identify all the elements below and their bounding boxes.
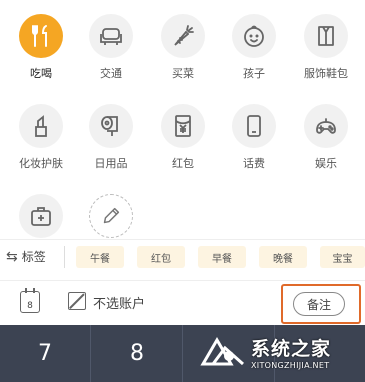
- clothes-icon: [304, 14, 348, 58]
- lipstick-icon: [19, 104, 63, 148]
- screen: { "categories": [ {"label": "吃喝", "icon"…: [0, 0, 365, 382]
- category-label: 孩子: [243, 67, 265, 80]
- tag-header[interactable]: ⇆ 标签: [6, 248, 46, 265]
- tag-chip[interactable]: 晚餐: [259, 246, 307, 268]
- category-kids[interactable]: 孩子: [218, 14, 290, 81]
- category-label: 话费: [243, 157, 265, 170]
- car-seat-icon: [89, 14, 133, 58]
- edit-pencil-icon: [89, 194, 133, 238]
- calendar-day: 8: [27, 301, 33, 311]
- category-label: 娱乐: [315, 157, 337, 170]
- calendar-icon[interactable]: 8: [20, 288, 40, 313]
- baby-face-icon: [232, 14, 276, 58]
- carrot-icon: [161, 14, 205, 58]
- tag-label: 标签: [21, 250, 46, 264]
- watermark-url: XITONGZHIJIA.NET: [251, 361, 330, 370]
- category-red-packet[interactable]: 红包: [147, 104, 219, 171]
- key-8[interactable]: 8: [92, 325, 183, 382]
- tissue-roll-icon: [89, 104, 133, 148]
- phone-icon: [232, 104, 276, 148]
- tag-chip[interactable]: 宝宝: [320, 246, 365, 268]
- watermark: 系统之家 XITONGZHIJIA.NET: [195, 330, 363, 378]
- category-entertainment[interactable]: 娱乐: [290, 104, 362, 171]
- tag-chip[interactable]: 红包: [137, 246, 185, 268]
- medical-kit-icon: [19, 194, 63, 238]
- tag-chip[interactable]: 午餐: [76, 246, 124, 268]
- no-account-icon[interactable]: [68, 292, 86, 310]
- category-medical[interactable]: [5, 194, 77, 245]
- category-label: 吃喝: [30, 67, 52, 80]
- watermark-text: 系统之家: [251, 338, 332, 360]
- category-cosmetics[interactable]: 化妆护肤: [5, 104, 77, 171]
- tag-chip[interactable]: 早餐: [198, 246, 246, 268]
- category-label: 交通: [100, 67, 122, 80]
- gamepad-icon: [304, 104, 348, 148]
- category-label: 红包: [172, 157, 194, 170]
- edit-categories-button[interactable]: [75, 194, 147, 245]
- category-label: 服饰鞋包: [304, 67, 348, 80]
- category-groceries[interactable]: 买菜: [147, 14, 219, 81]
- note-highlight-box: 备注: [281, 284, 361, 324]
- category-phone-bill[interactable]: 话费: [218, 104, 290, 171]
- category-label: 化妆护肤: [19, 157, 63, 170]
- category-food[interactable]: 吃喝: [5, 14, 77, 81]
- note-button[interactable]: 备注: [293, 292, 345, 316]
- watermark-logo-icon: [200, 337, 244, 366]
- divider: [64, 246, 65, 268]
- red-envelope-icon: [161, 104, 205, 148]
- note-row: 8 不选账户 备注: [0, 280, 365, 324]
- account-selector[interactable]: 不选账户: [93, 293, 145, 312]
- key-7[interactable]: 7: [0, 325, 91, 382]
- swap-arrows-icon: ⇆: [6, 248, 18, 265]
- tag-bar: ⇆ 标签 午餐 红包 早餐 晚餐 宝宝: [0, 239, 365, 273]
- category-clothing[interactable]: 服饰鞋包: [290, 14, 362, 81]
- category-label: 买菜: [172, 67, 194, 80]
- category-label: 日用品: [94, 157, 128, 170]
- category-daily-goods[interactable]: 日用品: [75, 104, 147, 171]
- fork-knife-icon: [19, 14, 63, 58]
- category-transport[interactable]: 交通: [75, 14, 147, 81]
